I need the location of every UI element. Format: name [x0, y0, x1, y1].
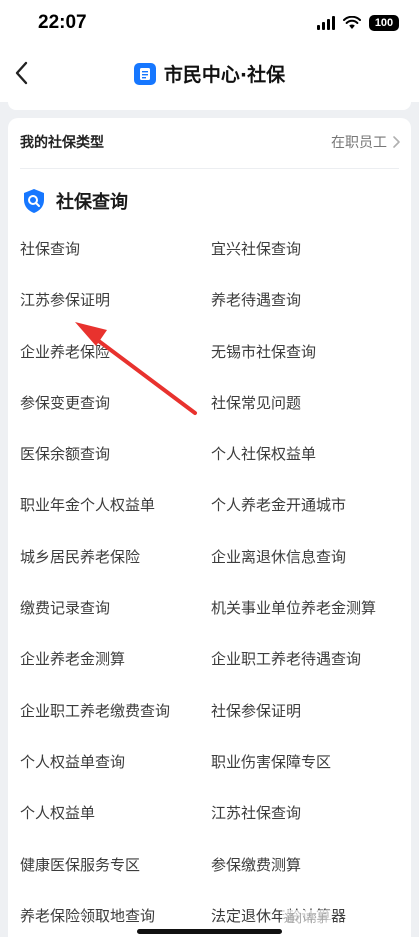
query-item[interactable]: 企业养老金测算 [20, 648, 211, 699]
insurance-type-label: 我的社保类型 [20, 135, 104, 151]
query-items-grid: 社保查询 宜兴社保查询 江苏参保证明 养老待遇查询 企业养老保险 无锡市社保查询 参保变更查… [20, 238, 410, 937]
query-item[interactable]: 缴费记录查询 [20, 597, 211, 648]
status-bar: 22:07 100 [0, 0, 419, 46]
query-item[interactable]: 健康医保服务专区 [20, 854, 211, 905]
query-item[interactable]: 个人权益单 [20, 802, 211, 853]
query-item[interactable]: 城乡居民养老保险 [20, 546, 211, 597]
query-item[interactable]: 参保变更查询 [20, 392, 211, 443]
nav-bar: 市民中心·社保 [0, 46, 419, 102]
insurance-type-value-group[interactable]: 在职员工 [331, 132, 401, 152]
home-indicator[interactable] [137, 929, 282, 934]
section-title: 社保查询 [56, 192, 128, 213]
search-shield-icon [24, 189, 44, 213]
query-item[interactable]: 企业职工养老待遇查询 [211, 648, 410, 699]
chevron-right-icon [393, 136, 400, 148]
query-item[interactable]: 个人养老金开通城市 [211, 494, 410, 545]
query-item[interactable]: 社保查询 [20, 238, 211, 289]
query-item[interactable]: 机关事业单位养老金测算 [211, 597, 410, 648]
signal-icon [317, 16, 335, 30]
document-icon [133, 62, 156, 85]
insurance-type-value: 在职员工 [331, 135, 387, 151]
previous-card-edge [8, 102, 411, 110]
status-icons: 100 [317, 15, 399, 31]
query-item[interactable]: 江苏参保证明 [20, 289, 211, 340]
query-item[interactable]: 养老待遇查询 [211, 289, 410, 340]
query-item[interactable]: 宜兴社保查询 [211, 238, 410, 289]
divider [20, 168, 399, 169]
page-title: 市民中心·社保 [163, 64, 286, 86]
query-item[interactable]: 企业职工养老缴费查询 [20, 700, 211, 751]
query-item[interactable]: 无锡市社保查询 [211, 341, 410, 392]
watermark: 通小帮手 [282, 910, 330, 926]
query-item[interactable]: 个人权益单查询 [20, 751, 211, 802]
query-item[interactable]: 企业离退休信息查询 [211, 546, 410, 597]
query-item[interactable]: 参保缴费测算 [211, 854, 410, 905]
query-item[interactable]: 企业养老保险 [20, 341, 211, 392]
query-item[interactable]: 江苏社保查询 [211, 802, 410, 853]
battery-icon: 100 [369, 15, 399, 31]
query-item[interactable]: 职业年金个人权益单 [20, 494, 211, 545]
section-header: 社保查询 [22, 188, 128, 214]
query-item[interactable]: 社保常见问题 [211, 392, 410, 443]
wifi-icon [343, 16, 361, 29]
query-item[interactable]: 医保余额查询 [20, 443, 211, 494]
query-item[interactable]: 职业伤害保障专区 [211, 751, 410, 802]
page-title-group: 市民中心·社保 [0, 60, 419, 87]
query-item[interactable]: 个人社保权益单 [211, 443, 410, 494]
status-time: 22:07 [38, 12, 87, 33]
insurance-type-row[interactable]: 我的社保类型 在职员工 [8, 118, 411, 164]
query-item[interactable]: 社保参保证明 [211, 700, 410, 751]
social-security-card: 我的社保类型 在职员工 社保查询 社保查询 宜兴社保查询 江苏参保证明 养老待遇查询企… [8, 118, 411, 937]
